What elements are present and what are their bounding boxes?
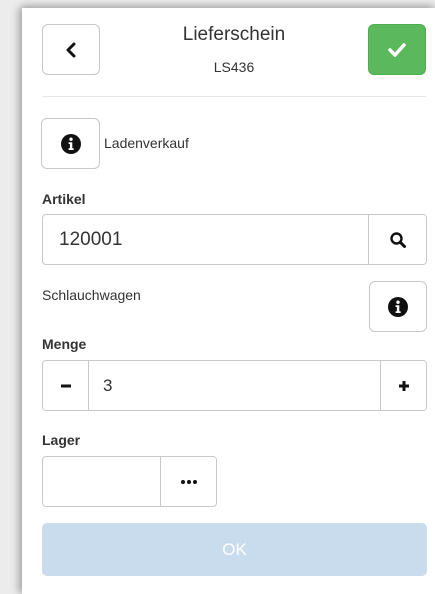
quantity-stepper (42, 360, 427, 411)
increment-button[interactable] (380, 361, 426, 410)
back-button[interactable] (42, 24, 100, 75)
quantity-input[interactable] (89, 361, 380, 410)
decrement-button[interactable] (43, 361, 89, 410)
artikel-input[interactable] (43, 215, 368, 264)
plus-icon (398, 380, 409, 391)
artikel-search-button[interactable] (368, 215, 426, 264)
lager-label: Lager (42, 432, 81, 448)
search-icon (389, 231, 406, 248)
lager-input-group (42, 456, 217, 507)
chevron-left-icon (66, 42, 76, 57)
info-circle-icon (60, 133, 81, 154)
artikel-label: Artikel (42, 191, 86, 207)
lager-select-button[interactable] (160, 457, 216, 506)
delivery-note-panel: Lieferschein LS436 Ladenverkauf Artikel … (22, 8, 435, 594)
page-title: Lieferschein (182, 24, 286, 45)
article-info-button[interactable] (369, 281, 427, 332)
menge-label: Menge (42, 336, 87, 352)
confirm-button[interactable] (368, 24, 426, 75)
ok-button[interactable]: OK (42, 523, 427, 576)
check-icon (388, 42, 406, 57)
info-circle-icon (388, 296, 408, 317)
lager-input[interactable] (43, 457, 160, 506)
document-number: LS436 (213, 59, 255, 75)
customer-info-button[interactable] (41, 118, 100, 169)
article-name: Schlauchwagen (42, 287, 141, 303)
header-divider (42, 96, 426, 97)
customer-label: Ladenverkauf (104, 135, 189, 151)
minus-icon (60, 384, 71, 387)
artikel-input-group (42, 214, 427, 265)
ellipsis-icon (180, 479, 197, 484)
